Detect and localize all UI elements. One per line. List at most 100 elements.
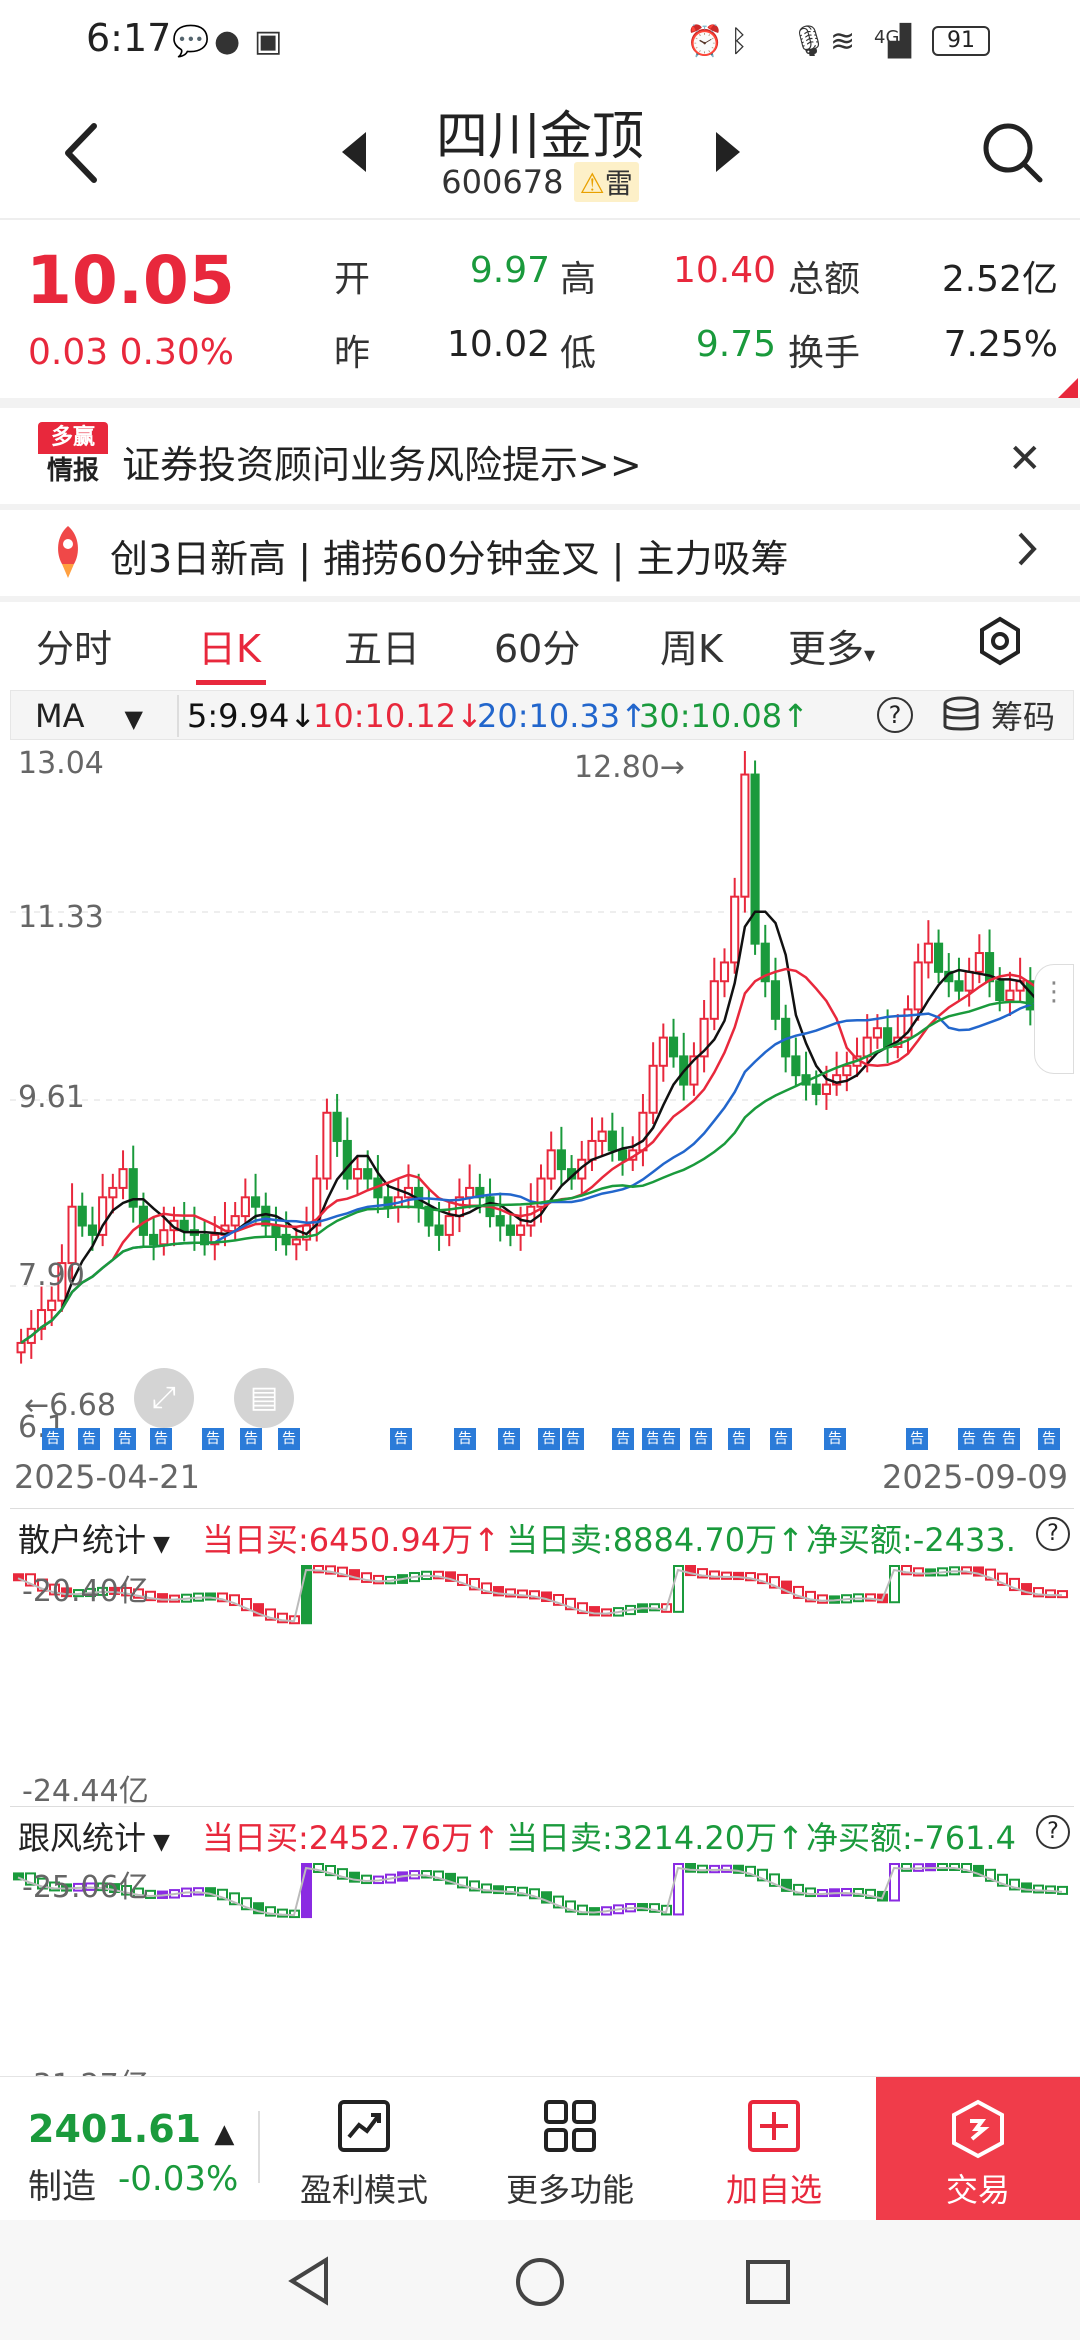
layout-icon[interactable]: ▤ [234, 1368, 294, 1428]
settings-icon[interactable] [978, 616, 1022, 666]
candle-body [250, 1196, 261, 1208]
tab-daily-k[interactable]: 日K [198, 618, 261, 673]
add-icon [748, 2100, 800, 2152]
candle-body [842, 1064, 852, 1077]
follow-stats-chart[interactable] [10, 1858, 1074, 2076]
add-watchlist-button[interactable]: 加自选 [694, 2099, 854, 2211]
announcement-tag[interactable]: 告 [202, 1428, 224, 1450]
ma-selector-label: MA [35, 697, 85, 735]
ma-selector[interactable]: MA ▼ [35, 697, 143, 735]
profit-mode-button[interactable]: 盈利模式 [284, 2099, 444, 2211]
announcement-tag[interactable]: 告 [906, 1428, 928, 1450]
announcement-tag[interactable]: 告 [824, 1428, 846, 1450]
candle-body [791, 1055, 801, 1077]
mic-icon: 🎙 [790, 23, 829, 59]
signal-banner[interactable]: 创3日新高 | 捕捞60分钟金叉 | 主力吸筹 [0, 510, 1080, 596]
logo-line1: 多赢 [38, 422, 108, 454]
announcement-tag[interactable]: 告 [728, 1428, 750, 1450]
help-icon[interactable]: ? [1036, 1815, 1070, 1849]
announcement-tag[interactable]: 告 [612, 1428, 634, 1450]
battery-icon: 91 [932, 26, 990, 56]
help-icon[interactable]: ? [1036, 1517, 1070, 1551]
database-icon [943, 696, 979, 731]
risk-notice-banner[interactable]: 多赢 情报 证券投资顾问业务风险提示>> ✕ [0, 408, 1080, 504]
announcement-tag[interactable]: 告 [958, 1428, 980, 1450]
kline-chart[interactable]: 13.04 11.33 9.61 7.90 6.1 12.80→ ←6.68 ⤢… [10, 742, 1074, 1496]
stat-bar [697, 1864, 708, 1874]
kline-chart-svg[interactable] [10, 742, 1074, 1454]
announcement-tag[interactable]: 告 [1038, 1428, 1060, 1450]
announcement-tag[interactable]: 告 [278, 1428, 300, 1450]
candle-body [668, 1036, 679, 1058]
trade-button[interactable]: 交易 [876, 2077, 1080, 2221]
announcement-tag[interactable]: 告 [998, 1428, 1020, 1450]
candle-body [67, 1205, 77, 1265]
follow-stats-selector[interactable]: 跟风统计 ▼ [18, 1813, 170, 1859]
search-icon[interactable] [980, 120, 1044, 184]
duoying-logo: 多赢 情报 [38, 422, 108, 488]
nav-recents-icon[interactable] [744, 2258, 792, 2306]
fullscreen-icon[interactable]: ⤢ [134, 1368, 194, 1428]
price-change: 0.03 0.30% [28, 332, 234, 373]
announcement-tag[interactable]: 告 [150, 1428, 172, 1450]
close-icon[interactable]: ✕ [1008, 436, 1042, 482]
candle-body [862, 1036, 872, 1058]
retail-stats-chart[interactable] [10, 1560, 1074, 1802]
announcement-tag[interactable]: 告 [78, 1428, 100, 1450]
caret-up-icon: ▲ [214, 2119, 235, 2149]
more-functions-button[interactable]: 更多功能 [490, 2099, 650, 2211]
announcement-tag[interactable]: 告 [454, 1428, 476, 1450]
candle-body [740, 773, 750, 898]
announcement-tag[interactable]: 告 [562, 1428, 584, 1450]
announcement-tag[interactable]: 告 [240, 1428, 262, 1450]
nav-back-icon[interactable] [284, 2256, 334, 2306]
tab-weekly-k[interactable]: 周K [660, 618, 723, 673]
announcement-tag[interactable]: 告 [114, 1428, 136, 1450]
risk-badge[interactable]: ⚠雷 [573, 162, 639, 202]
candle-body [77, 1205, 87, 1227]
tab-intraday[interactable]: 分时 [36, 618, 112, 673]
current-price: 10.05 [26, 242, 235, 319]
trade-label: 交易 [945, 2171, 1010, 2209]
candle-body [821, 1083, 832, 1095]
expand-corner-icon[interactable] [1058, 378, 1078, 398]
min-price-marker: ←6.68 [24, 1388, 116, 1423]
retail-stats-selector[interactable]: 散户统计 ▼ [18, 1515, 170, 1561]
stat-bar [673, 1863, 684, 1916]
stat-bar [301, 1565, 312, 1625]
price-tick-4: 7.90 [18, 1258, 85, 1293]
chips-button[interactable]: 筹码 [941, 691, 1055, 739]
prev-close-value: 10.02 [446, 324, 550, 365]
max-price-marker: 12.80→ [574, 750, 686, 785]
warning-icon: ⚠ [579, 167, 605, 200]
tab-five-day[interactable]: 五日 [344, 618, 420, 673]
announcement-tag[interactable]: 告 [498, 1428, 520, 1450]
nav-home-icon[interactable] [514, 2256, 566, 2308]
ma20-value: 20:10.33↑ [477, 697, 647, 735]
chevron-right-icon[interactable] [1012, 524, 1042, 574]
retail-bottom-value: -24.44亿 [22, 1774, 149, 1809]
help-icon[interactable]: ? [877, 697, 913, 733]
announcement-tag[interactable]: 告 [770, 1428, 792, 1450]
announcement-tag[interactable]: 告 [42, 1428, 64, 1450]
next-stock-button[interactable] [712, 130, 742, 174]
retail-sell: 当日卖:8884.70万↑ [506, 1521, 804, 1559]
index-value[interactable]: 2401.61 ▲ [28, 2107, 234, 2151]
candle-body [770, 980, 781, 1020]
divider [0, 398, 1080, 408]
candle-body [923, 942, 933, 964]
announcement-tag[interactable]: 告 [538, 1428, 560, 1450]
app-notification-icon: ● [214, 23, 241, 59]
follow-net: 净买额:-761.4 [806, 1819, 1016, 1857]
announcement-tag[interactable]: 告 [390, 1428, 412, 1450]
more-options-handle[interactable]: ⋮ [1034, 964, 1074, 1074]
notice-text[interactable]: 证券投资顾问业务风险提示>> [122, 434, 642, 489]
announcement-tag[interactable]: 告 [658, 1428, 680, 1450]
candle-body [974, 952, 984, 973]
candle-body [230, 1215, 240, 1227]
tab-60min[interactable]: 60分 [494, 618, 580, 673]
tab-more[interactable]: 更多▾ [788, 618, 875, 673]
announcement-tag[interactable]: 告 [690, 1428, 712, 1450]
announcement-tag[interactable]: 告 [978, 1428, 1000, 1450]
app-notification-icon-2: ▣ [254, 23, 283, 59]
